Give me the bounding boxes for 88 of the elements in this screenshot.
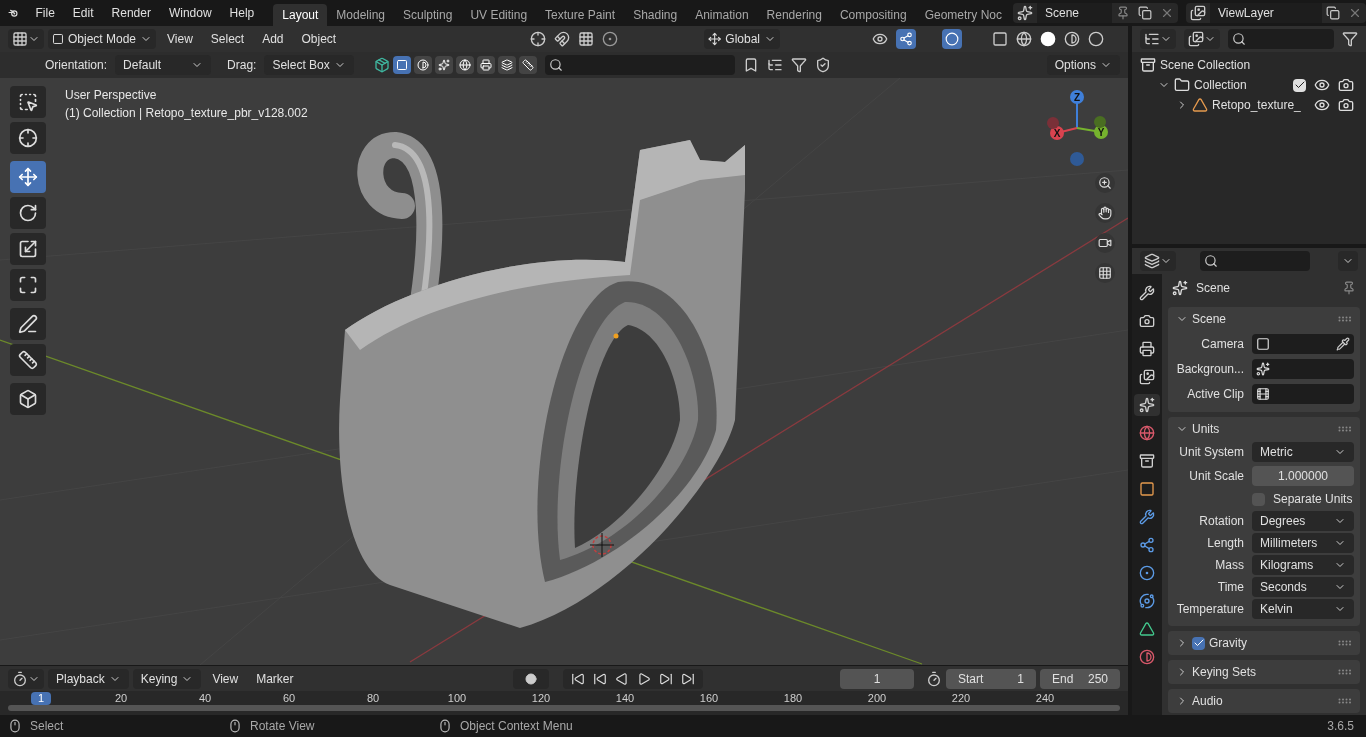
viewport-menu[interactable]: Select [203, 30, 252, 48]
property-label: Mass [1214, 557, 1245, 574]
workspace-tab[interactable]: Compositing [830, 4, 916, 26]
number-field[interactable]: 1.000000 [1252, 465, 1354, 486]
property-label: Time [1216, 579, 1245, 596]
property-label: Backgroun... [1175, 360, 1245, 378]
start-frame-field[interactable]: Start 1 [946, 668, 1036, 689]
current-frame-field[interactable]: 1 [840, 668, 914, 689]
end-frame-field[interactable]: End 250 [1040, 668, 1120, 689]
current-frame-marker[interactable]: 1 [31, 692, 51, 705]
menu-item[interactable]: Window [159, 4, 221, 22]
frame-number: 100 [446, 691, 468, 707]
drag-dropdown[interactable]: Select Box [264, 55, 354, 75]
property-dropdown[interactable]: Degrees [1252, 511, 1354, 531]
start-value: 1 [1017, 670, 1024, 688]
options-dropdown[interactable]: Options [1046, 55, 1120, 75]
transform-orientation-dropdown[interactable]: Global [704, 29, 780, 49]
property-label: Camera [1200, 335, 1245, 353]
property-dropdown[interactable]: Seconds [1252, 577, 1354, 597]
end-label: End [1052, 670, 1074, 688]
workspace-tab[interactable]: Shading [624, 4, 687, 26]
timeline-menu[interactable]: Keying [132, 668, 202, 689]
property-label: Temperature [1175, 601, 1245, 618]
timeline-menu[interactable]: Playback [48, 668, 129, 689]
panel-title[interactable]: Audio [1192, 692, 1334, 710]
panel-title[interactable]: Scene [1192, 310, 1334, 328]
workspace-tab[interactable]: Modeling [327, 4, 394, 26]
end-value: 250 [1087, 670, 1108, 688]
workspace-tab[interactable]: Layout [273, 4, 328, 26]
workspace-tab[interactable]: Rendering [757, 4, 831, 26]
frame-number: 200 [866, 691, 888, 707]
status-hint: Rotate View [250, 718, 315, 735]
viewport-info-text: User Perspective [65, 87, 158, 104]
scene-name: Scene [1037, 3, 1112, 23]
property-dropdown[interactable]: Kelvin [1252, 599, 1354, 619]
view-layer-selector[interactable]: ViewLayer [1186, 3, 1366, 23]
navigation-gizmo[interactable]: Z X Y [1043, 88, 1113, 168]
status-hint: Object Context Menu [460, 718, 573, 735]
start-label: Start [958, 670, 984, 688]
view-layer-name: ViewLayer [1210, 3, 1322, 23]
property-label: Rotation [1198, 513, 1245, 530]
outliner-item[interactable]: Scene Collection [1160, 56, 1366, 74]
property-label: Active Clip [1186, 385, 1245, 403]
frame-number: 180 [782, 691, 804, 707]
menu-item[interactable]: Edit [63, 4, 103, 22]
scene-selector[interactable]: Scene [1013, 3, 1178, 23]
property-label: Unit Scale [1188, 467, 1245, 485]
panel-title[interactable]: Gravity [1209, 634, 1334, 652]
status-hint: Select [30, 718, 64, 735]
frame-number: 120 [530, 691, 552, 707]
frame-number: 160 [698, 691, 720, 707]
property-dropdown[interactable]: Metric [1252, 442, 1354, 462]
workspace-tab[interactable]: UV Editing [461, 4, 537, 26]
viewport-menu[interactable]: Object [294, 30, 344, 48]
frame-number: 60 [281, 691, 297, 707]
frame-number: 40 [197, 691, 213, 707]
frame-number: 240 [1034, 691, 1056, 707]
outliner-item[interactable]: Retopo_texture_ [1212, 96, 1314, 114]
timeline-menu[interactable]: Marker [249, 669, 301, 688]
orientation-dropdown[interactable]: Default [115, 55, 212, 75]
property-dropdown[interactable]: Millimeters [1252, 533, 1354, 553]
menu-item[interactable]: File [26, 4, 64, 22]
properties-title: Scene [1196, 280, 1232, 297]
viewport-menu[interactable]: Add [255, 30, 291, 48]
timeline-menu[interactable]: View [205, 669, 246, 688]
panel-title[interactable]: Keying Sets [1192, 663, 1334, 681]
workspace-tab[interactable]: Sculpting [394, 4, 462, 26]
property-label: Length [1206, 535, 1245, 552]
checkbox-label: Separate Units [1273, 491, 1353, 508]
orientation-label: Orientation: [45, 57, 108, 74]
outliner-item[interactable]: Collection [1194, 76, 1293, 94]
frame-number: 140 [614, 691, 636, 707]
frame-number: 220 [950, 691, 972, 707]
frame-number: 80 [365, 691, 381, 707]
workspace-tab[interactable]: Animation [686, 4, 758, 26]
property-label: Unit System [1178, 444, 1245, 461]
mode-dropdown[interactable]: Object Mode [48, 29, 156, 49]
viewport-menu[interactable]: View [160, 30, 200, 48]
viewport-info-text: (1) Collection | Retopo_texture_pbr_v128.002 [65, 105, 308, 122]
drag-label: Drag: [227, 57, 257, 74]
property-dropdown[interactable]: Kilograms [1252, 555, 1354, 575]
version-text: 3.6.5 [1327, 718, 1355, 735]
menu-item[interactable]: Render [102, 4, 160, 22]
workspace-tab[interactable]: Texture Paint [536, 4, 625, 26]
frame-number: 20 [113, 691, 129, 707]
workspace-tab[interactable]: Geometry Noc [915, 4, 1011, 26]
menu-item[interactable]: Help [220, 4, 264, 22]
panel-title[interactable]: Units [1192, 420, 1334, 438]
